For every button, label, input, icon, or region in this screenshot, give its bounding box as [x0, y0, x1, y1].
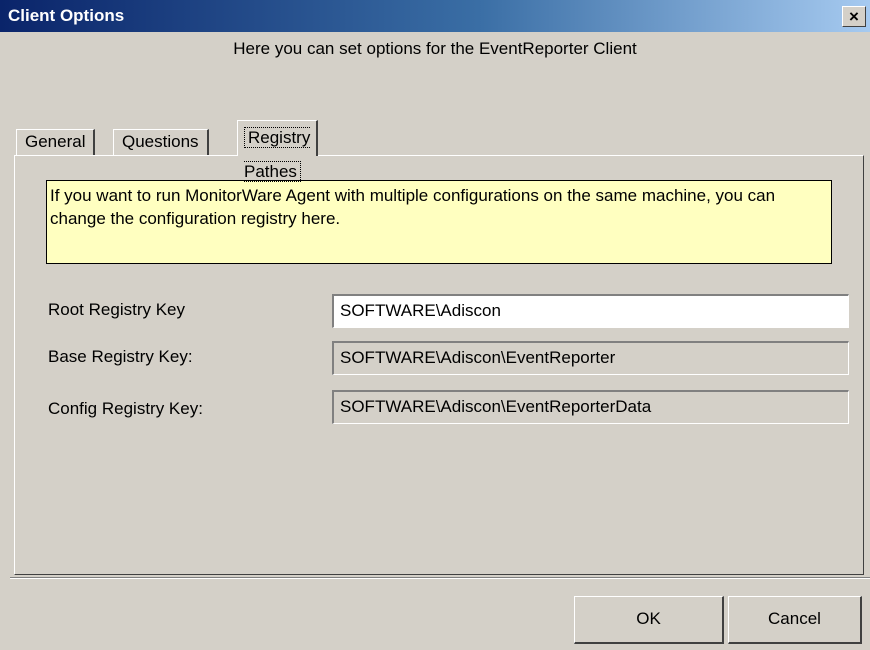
ok-button[interactable]: OK: [574, 596, 724, 644]
separator: [10, 577, 870, 579]
tab-registry-pathes-label: Registry Pathes: [244, 127, 311, 182]
base-registry-key-label: Base Registry Key:: [48, 347, 193, 366]
tab-general[interactable]: General: [16, 129, 96, 155]
config-registry-key-field: SOFTWARE\Adiscon\EventReporterData: [332, 390, 849, 424]
tab-questions-label: Questions: [122, 132, 199, 151]
close-icon: ×: [849, 7, 859, 26]
info-message: If you want to run MonitorWare Agent wit…: [46, 180, 832, 264]
config-registry-key-label: Config Registry Key:: [48, 399, 203, 418]
title-bar[interactable]: Client Options ×: [0, 0, 870, 32]
tab-questions[interactable]: Questions: [113, 129, 209, 155]
root-registry-key-input[interactable]: SOFTWARE\Adiscon: [332, 294, 849, 328]
tab-general-label: General: [25, 132, 86, 151]
close-button[interactable]: ×: [842, 6, 866, 27]
dialog-description: Here you can set options for the EventRe…: [233, 39, 637, 58]
window-title: Client Options: [8, 6, 125, 25]
root-registry-key-label: Root Registry Key: [48, 300, 185, 319]
cancel-button[interactable]: Cancel: [728, 596, 862, 644]
tab-registry-pathes[interactable]: Registry Pathes: [237, 120, 319, 182]
tab-panel-registry-pathes: If you want to run MonitorWare Agent wit…: [14, 155, 864, 575]
base-registry-key-field: SOFTWARE\Adiscon\EventReporter: [332, 341, 849, 375]
